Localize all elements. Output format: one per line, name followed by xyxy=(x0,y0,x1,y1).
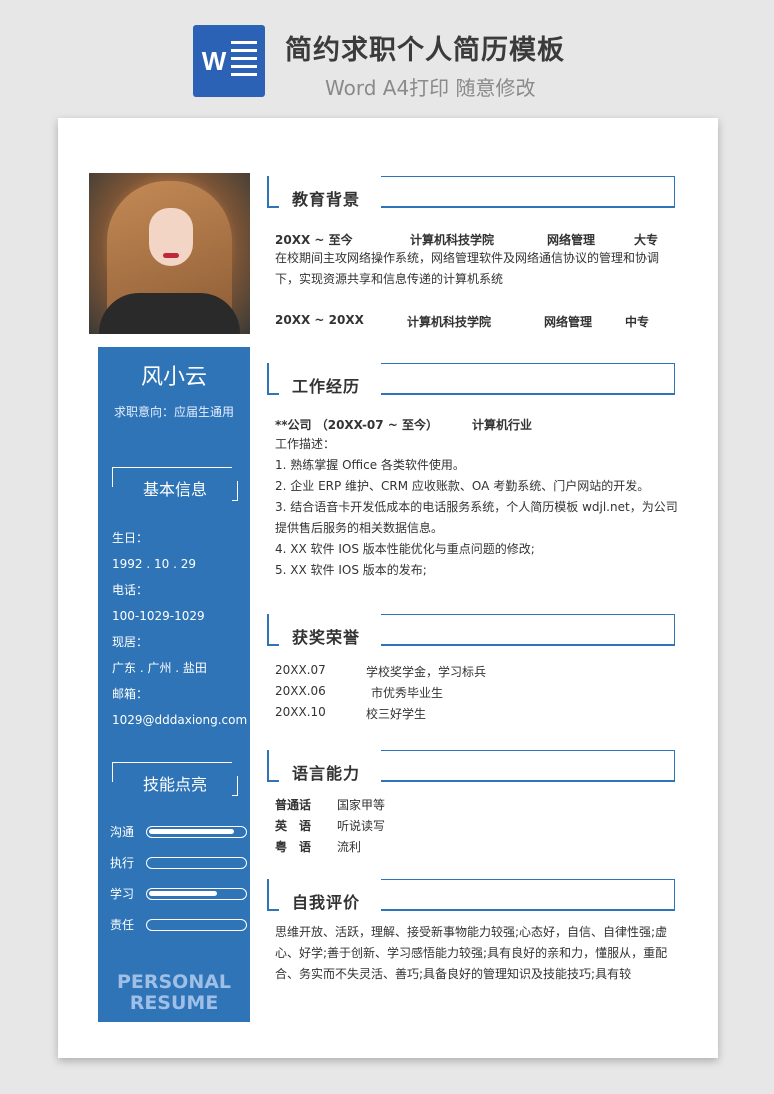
award-name: 学校奖学金，学习标兵 xyxy=(366,665,487,679)
skill-label: 学习 xyxy=(110,887,135,901)
work-desc-label: 工作描述： xyxy=(275,437,336,451)
work-item: 5. XX 软件 IOS 版本的发布; xyxy=(275,563,427,577)
basic-info-heading: 基本信息 xyxy=(112,467,238,501)
language-level: 流利 xyxy=(337,840,362,854)
awards-section-heading: 获奖荣誉 xyxy=(267,614,675,647)
edu-school: 计算机科技学院 xyxy=(407,315,492,329)
skill-bar xyxy=(146,919,247,931)
birth-label: 生日： xyxy=(112,531,149,545)
address-label: 现居： xyxy=(112,635,149,649)
skill-label: 执行 xyxy=(110,856,135,870)
email-label: 邮箱： xyxy=(112,687,149,701)
job-intent: 求职意向：应届生通用 xyxy=(113,405,234,419)
template-title: 简约求职个人简历模板 xyxy=(285,35,565,66)
skill-label: 责任 xyxy=(110,918,135,932)
profile-photo xyxy=(89,173,250,334)
skill-label: 沟通 xyxy=(110,825,135,839)
skill-fill xyxy=(149,891,217,896)
language-section-heading: 语言能力 xyxy=(267,750,675,783)
language-level: 听说读写 xyxy=(337,819,386,833)
phone-value: 100-1029-1029 xyxy=(112,609,205,623)
birth-value: 1992 . 10 . 29 xyxy=(112,557,196,571)
skill-row: 学习 xyxy=(110,886,250,902)
award-date: 20XX.07 xyxy=(275,663,326,677)
education-heading: 教育背景 xyxy=(292,190,361,209)
skills-heading: 技能点亮 xyxy=(112,762,238,796)
language-name: 普通话 xyxy=(275,798,312,812)
word-icon: W xyxy=(193,25,265,97)
language-level: 国家甲等 xyxy=(337,798,386,812)
page-header: W 简约求职个人简历模板 Word A4打印 随意修改 xyxy=(0,0,774,110)
work-item: 1. 熟练掌握 Office 各类软件使用。 xyxy=(275,458,465,472)
watermark-line: PERSONAL xyxy=(116,971,232,993)
skill-fill xyxy=(149,829,234,834)
edu-degree: 中专 xyxy=(625,315,650,329)
skills-heading-label: 技能点亮 xyxy=(142,775,207,794)
candidate-name: 风小云 xyxy=(140,365,207,390)
skill-row: 沟通 xyxy=(110,824,250,840)
work-item: 2. 企业 ERP 维护、CRM 应收账款、OA 考勤系统、门户网站的开发。 xyxy=(275,479,650,493)
language-name: 粤 语 xyxy=(275,840,312,854)
award-name: 市优秀毕业生 xyxy=(371,686,444,700)
self-section-heading: 自我评价 xyxy=(267,879,675,912)
edu-school: 计算机科技学院 xyxy=(410,233,495,247)
skill-bar xyxy=(146,857,247,869)
work-item: 3. 结合语音卡开发低成本的电话服务系统，个人简历模板 wdjl.net，为公司… xyxy=(275,500,678,535)
skill-bar xyxy=(146,826,247,838)
edu-period: 20XX ~ 至今 xyxy=(275,233,353,247)
education-section-heading: 教育背景 xyxy=(267,176,675,209)
work-item: 4. XX 软件 IOS 版本性能优化与重点问题的修改; xyxy=(275,542,535,556)
personal-resume-watermark: PERSONAL RESUME xyxy=(98,972,250,1014)
sidebar: 风小云 求职意向：应届生通用 基本信息 生日： 1992 . 10 . 29 电… xyxy=(98,347,250,1022)
edu-description: 在校期间主攻网络操作系统，网络管理软件及网络通信协议的管理和协调下，实现资源共享… xyxy=(275,251,660,286)
work-heading: 工作经历 xyxy=(292,377,361,396)
word-icon-lines xyxy=(231,41,257,81)
skill-row: 责任 xyxy=(110,917,250,933)
edu-period: 20XX ~ 20XX xyxy=(275,313,364,327)
phone-label: 电话： xyxy=(112,583,149,597)
watermark-line: RESUME xyxy=(129,992,219,1014)
skill-row: 执行 xyxy=(110,855,250,871)
award-date: 20XX.10 xyxy=(275,705,326,719)
language-heading: 语言能力 xyxy=(292,764,361,783)
edu-major: 网络管理 xyxy=(547,233,596,247)
email-value: 1029@dddaxiong.com xyxy=(112,713,248,727)
work-company: **公司 （20XX-07 ~ 至今） xyxy=(275,418,439,432)
award-date: 20XX.06 xyxy=(275,684,326,698)
basic-info: 生日： 1992 . 10 . 29 电话： 100-1029-1029 现居：… xyxy=(112,525,247,733)
work-industry: 计算机行业 xyxy=(472,418,533,432)
edu-major: 网络管理 xyxy=(544,315,593,329)
template-subtitle: Word A4打印 随意修改 xyxy=(325,76,536,100)
word-icon-letter: W xyxy=(201,46,227,76)
basic-info-heading-label: 基本信息 xyxy=(142,480,207,499)
self-evaluation-text: 思维开放、活跃，理解、接受新事物能力较强;心态好，自信、自律性强;虚心、好学;善… xyxy=(275,925,668,981)
skill-bar xyxy=(146,888,247,900)
award-name: 校三好学生 xyxy=(366,707,427,721)
language-name: 英 语 xyxy=(275,819,312,833)
resume-page: 风小云 求职意向：应届生通用 基本信息 生日： 1992 . 10 . 29 电… xyxy=(58,118,718,1058)
self-heading: 自我评价 xyxy=(292,893,361,912)
work-section-heading: 工作经历 xyxy=(267,363,675,396)
edu-degree: 大专 xyxy=(634,233,659,247)
address-value: 广东 . 广州 . 盐田 xyxy=(112,661,207,675)
awards-heading: 获奖荣誉 xyxy=(292,628,361,647)
